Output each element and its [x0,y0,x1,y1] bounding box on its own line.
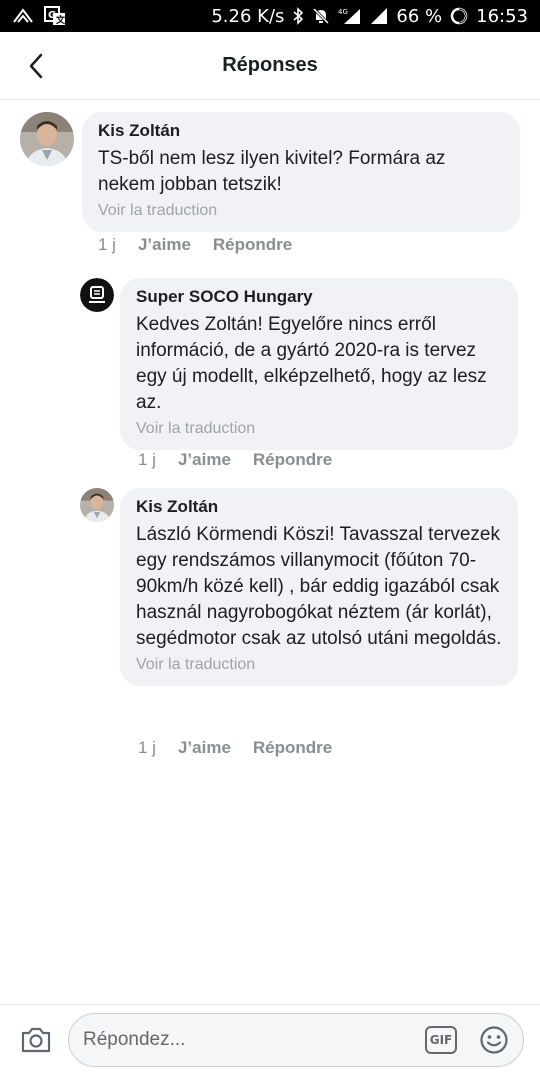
comment-text: László Körmendi Köszi! Tavasszal terveze… [136,524,502,649]
translate-app-icon: G文 [44,6,66,26]
gif-button[interactable]: GIF [425,1026,457,1054]
camera-icon [21,1027,51,1053]
back-button[interactable] [20,50,52,82]
comment-bubble: Kis Zoltán László Körmendi Köszi! Tavass… [120,488,518,686]
comment: Super SOCO Hungary Kedves Zoltán! Egyelő… [80,278,518,450]
composer-divider [0,1004,540,1005]
reply-button[interactable]: Répondre [213,235,292,255]
see-translation-link[interactable]: Voir la traduction [98,200,504,222]
avatar[interactable] [80,488,114,522]
header: Réponses [0,32,540,100]
avatar[interactable] [20,112,74,166]
battery-percent: 66 % [396,5,443,27]
chevron-left-icon [29,53,43,79]
comment: Kis Zoltán TS-ből nem lesz ilyen kivitel… [20,112,520,232]
svg-text:4G: 4G [338,8,348,16]
reply-input[interactable] [83,1029,403,1051]
app-notification-icon [12,8,34,24]
bluetooth-icon [292,7,304,25]
comment-actions: 1 j J’aime Répondre [138,738,354,758]
page-title: Réponses [222,54,318,76]
comment: Kis Zoltán László Körmendi Köszi! Tavass… [80,488,518,686]
battery-icon [450,7,468,25]
comment-text: Kedves Zoltán! Egyelőre nincs erről info… [136,314,487,413]
comment-actions: 1 j J’aime Répondre [98,235,314,255]
signal-4g-icon: 4G [338,7,362,25]
comment-actions: 1 j J’aime Répondre [138,450,354,470]
reply-button[interactable]: Répondre [253,450,332,470]
status-bar: G文 5.26 K/s 4G 66 % 16:53 [0,0,540,32]
see-translation-link[interactable]: Voir la traduction [136,418,502,440]
comment-bubble: Super SOCO Hungary Kedves Zoltán! Egyelő… [120,278,518,450]
comment-author[interactable]: Kis Zoltán [98,120,504,142]
comment-author[interactable]: Super SOCO Hungary [136,286,502,308]
clock: 16:53 [476,5,528,27]
avatar[interactable] [80,278,114,312]
svg-text:文: 文 [55,14,66,26]
comment-time: 1 j [138,450,156,469]
reply-button[interactable]: Répondre [253,738,332,758]
like-button[interactable]: J’aime [178,450,231,470]
signal-icon [370,7,388,25]
comment-time: 1 j [98,235,116,254]
like-button[interactable]: J’aime [178,738,231,758]
mute-bell-icon [312,7,330,25]
camera-button[interactable] [18,1022,54,1058]
network-speed: 5.26 K/s [211,5,285,27]
see-translation-link[interactable]: Voir la traduction [136,654,502,676]
emoji-icon[interactable] [479,1025,509,1055]
like-button[interactable]: J’aime [138,235,191,255]
comment-time: 1 j [138,738,156,757]
comment-author[interactable]: Kis Zoltán [136,496,502,518]
comment-bubble: Kis Zoltán TS-ből nem lesz ilyen kivitel… [82,112,520,232]
comment-text: TS-ből nem lesz ilyen kivitel? Formára a… [98,148,446,195]
reply-composer: GIF [68,1013,524,1067]
